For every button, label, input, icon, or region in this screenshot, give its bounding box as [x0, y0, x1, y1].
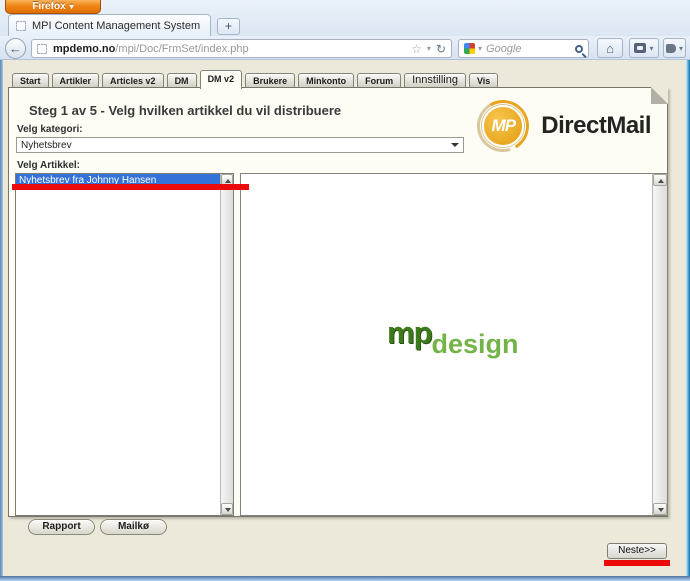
tab-dm-v2[interactable]: DM v2 [199, 70, 243, 89]
mp-logo-circle: MP [482, 105, 525, 147]
bookmarks-sidebar-icon [634, 43, 647, 53]
mailko-button[interactable]: Mailkø [100, 519, 167, 535]
rapport-button[interactable]: Rapport [28, 519, 95, 535]
article-listbox[interactable]: Nyhetsbrev fra Johnny Hansen [15, 173, 234, 516]
chevron-down-icon: ▾ [69, 2, 74, 11]
search-input[interactable]: Google [486, 43, 575, 55]
preview-scrollbar[interactable] [652, 174, 667, 515]
category-label: Velg kategori: [17, 124, 83, 135]
mpdesign-logo-design: design [431, 329, 519, 359]
category-select[interactable]: Nyhetsbrev [16, 137, 464, 153]
scroll-down-button[interactable] [653, 503, 667, 515]
url-host: mpdemo.no [53, 42, 116, 55]
scroll-up-button[interactable] [653, 174, 667, 186]
search-magnifier-icon[interactable] [575, 44, 583, 53]
favicon-placeholder-icon [16, 20, 26, 31]
red-underline-annotation-article [12, 184, 249, 190]
brand-name: DirectMail [541, 112, 651, 139]
toolbar-extra-button[interactable]: ▾ [663, 38, 686, 58]
back-button[interactable]: ← [5, 38, 26, 59]
arrow-up-icon [225, 179, 231, 183]
arrow-up-icon [658, 179, 664, 183]
select-dropdown-icon [451, 143, 459, 147]
window-border-right [686, 60, 690, 576]
list-scrollbar[interactable] [220, 174, 233, 515]
browser-tab-title: MPI Content Management System v2.0.... [32, 19, 202, 32]
url-dropdown-icon[interactable]: ▾ [427, 44, 431, 53]
red-underline-annotation-next [604, 560, 670, 566]
chevron-down-icon: ▾ [649, 43, 654, 53]
arrow-down-icon [658, 508, 664, 512]
bookmark-star-icon[interactable]: ☆ [411, 42, 422, 56]
url-bar-icons: ☆ ▾ ↻ [411, 42, 446, 56]
arrow-down-icon [225, 508, 231, 512]
page-title: Steg 1 av 5 - Velg hvilken artikkel du v… [29, 103, 342, 118]
bottom-tab-bar: Rapport Mailkø [28, 519, 167, 535]
bookmarks-panel-button[interactable]: ▾ [629, 38, 659, 58]
mpdesign-logo: mp design [387, 315, 519, 358]
content-panel: Steg 1 av 5 - Velg hvilken artikkel du v… [8, 87, 668, 517]
reload-icon[interactable]: ↻ [436, 42, 446, 56]
window-border-left [0, 60, 3, 576]
favicon-placeholder-icon [37, 43, 47, 54]
toolbar-extra-icon [665, 43, 676, 53]
page-fold-corner [651, 87, 668, 104]
browser-chrome: Firefox▾ MPI Content Management System v… [0, 0, 690, 60]
firefox-menu-button[interactable]: Firefox ▾ [5, 0, 101, 14]
url-path: /mpi/Doc/FrmSet/index.php [115, 42, 249, 55]
window-border-bottom [0, 576, 690, 581]
search-engine-dropdown-icon[interactable]: ▾ [478, 44, 482, 53]
article-label: Velg Artikkel: [17, 160, 80, 171]
scroll-down-button[interactable] [221, 503, 233, 515]
chevron-down-icon: ▾ [678, 43, 683, 53]
browser-window: Firefox▾ MPI Content Management System v… [0, 0, 690, 581]
directmail-logo: MP DirectMail [468, 90, 651, 162]
browser-tab[interactable]: MPI Content Management System v2.0.... [8, 14, 211, 36]
home-button[interactable]: ⌂ [597, 38, 623, 58]
mpdesign-logo-mp: mp [387, 315, 432, 350]
url-bar[interactable]: mpdemo.no /mpi/Doc/FrmSet/index.php ☆ ▾ … [31, 39, 452, 58]
next-button[interactable]: Neste>> [607, 543, 667, 559]
firefox-menu-label: Firefox [32, 1, 66, 12]
new-tab-button[interactable]: + [217, 18, 240, 35]
category-selected-value: Nyhetsbrev [21, 139, 72, 151]
mp-logo-icon: MP [468, 90, 539, 162]
google-logo-icon [464, 43, 475, 54]
article-preview-frame: mp design [240, 173, 668, 516]
search-box[interactable]: ▾ Google [458, 39, 589, 58]
